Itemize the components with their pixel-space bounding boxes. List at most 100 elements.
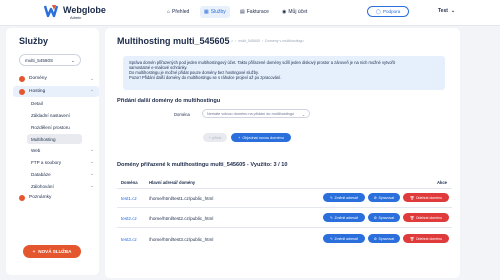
- manage-button[interactable]: ⚙ Spravovat: [368, 234, 400, 243]
- chevron-up-icon: ⌃: [90, 88, 94, 94]
- chevron-down-icon: ⌄: [90, 147, 94, 152]
- sidebar-sub-detail[interactable]: Detail: [27, 98, 82, 108]
- domain-field-label: Doména: [174, 112, 190, 117]
- user-name: Test: [438, 8, 448, 14]
- sidebar-sub-backup[interactable]: Zálohování ⌄: [27, 181, 99, 191]
- nav-billing[interactable]: ▤ Fakturace: [236, 6, 273, 18]
- sidebar-sub-ftp[interactable]: FTP a soubory ⌄: [27, 157, 99, 167]
- home-icon[interactable]: ⌂: [231, 39, 233, 43]
- new-service-button[interactable]: + NOVÁ SLUŽBA: [23, 245, 81, 258]
- table-row-domain[interactable]: test1.cz: [121, 196, 137, 201]
- grid-icon: ▦: [204, 9, 209, 15]
- breadcrumb-item[interactable]: multi_545605: [238, 39, 260, 43]
- brand-subtitle: Admin: [70, 15, 82, 20]
- action-label: Spravovat: [378, 195, 395, 200]
- support-button[interactable]: ◯ Podpora: [367, 6, 409, 17]
- nav-overview[interactable]: ⌂ Přehled: [163, 6, 193, 18]
- nav-label: Fakturace: [246, 9, 269, 15]
- column-header-domain: Doména: [121, 180, 138, 185]
- manage-icon: ⚙: [373, 215, 377, 220]
- support-icon: ◯: [375, 8, 381, 14]
- brand-name[interactable]: Webglobe: [63, 5, 106, 15]
- webglobe-logo-icon[interactable]: [44, 4, 60, 18]
- manage-button[interactable]: ⚙ Spravovat: [368, 213, 400, 222]
- sidebar-sub-databases[interactable]: Databáze ⌄: [27, 169, 99, 179]
- table-row-domain[interactable]: test2.cz: [121, 216, 137, 221]
- column-header-actions: Akce: [437, 180, 448, 185]
- add-domain-button[interactable]: + přidat: [203, 133, 227, 142]
- table-row-path: /home/html/test3.cz/public_html: [149, 237, 214, 242]
- breadcrumb-separator: ›: [235, 39, 237, 43]
- remove-domain-button[interactable]: 🗑 Odebrat doménu: [403, 193, 449, 202]
- sidebar-sub-label: Zálohování: [31, 183, 54, 189]
- page-title: Multihosting multi_545605: [117, 36, 230, 46]
- edit-icon: ✎: [330, 215, 333, 220]
- trash-icon: 🗑: [409, 236, 415, 241]
- invoice-icon: ▤: [240, 9, 245, 15]
- domain-select[interactable]: Nemáte volnou doménu na přidání do multi…: [202, 109, 310, 118]
- main-panel: Multihosting multi_545605 ⌂ › multi_5456…: [105, 28, 460, 278]
- trash-icon: 🗑: [409, 195, 415, 200]
- order-domain-button[interactable]: + Objednat novou doménu: [231, 133, 291, 142]
- action-label: Změnit adresář: [334, 195, 358, 200]
- home-icon: ⌂: [167, 9, 171, 15]
- table-row-path: /home/html/test1.cz/public_html: [149, 196, 214, 201]
- remove-domain-button[interactable]: 🗑 Odebrat doménu: [403, 234, 449, 243]
- sidebar-sub-basic-settings[interactable]: Základní nastavení: [27, 110, 82, 120]
- sidebar-item-notes[interactable]: Poznámky: [13, 192, 99, 203]
- manage-icon: ⚙: [373, 195, 377, 200]
- divider: [117, 188, 452, 189]
- sidebar-item-domains[interactable]: Domény ⌄: [13, 73, 99, 84]
- sidebar-item-label: Domény: [29, 76, 47, 81]
- table-row-domain[interactable]: test3.cz: [121, 237, 137, 242]
- action-label: Spravovat: [378, 215, 395, 220]
- user-icon: ◉: [282, 9, 287, 15]
- nav-services[interactable]: ▦ Služby: [200, 6, 230, 18]
- column-header-path: Hlavní adresář domény: [149, 180, 196, 185]
- sidebar-sub-label: Databáze: [31, 171, 51, 177]
- manage-icon: ⚙: [373, 236, 377, 241]
- divider: [117, 227, 452, 228]
- chevron-down-icon: ⌄: [90, 159, 94, 164]
- sidebar: Služby multi_54560S ⌄ Domény ⌄ Hosting ⌃…: [6, 28, 99, 275]
- domains-icon: [19, 75, 25, 82]
- table-row-path: /home/html/test2.cz/public_html: [149, 216, 214, 221]
- nav-account[interactable]: ◉ Můj účet: [278, 6, 311, 18]
- service-select-value: multi_54560S: [25, 58, 54, 63]
- sidebar-sub-web[interactable]: Web ⌄: [27, 145, 99, 155]
- remove-domain-button[interactable]: 🗑 Odebrat doménu: [403, 213, 449, 222]
- breadcrumb-current: Domény v multihostingu: [265, 39, 304, 43]
- sidebar-title: Služby: [19, 36, 49, 46]
- service-select[interactable]: multi_54560S ⌄: [19, 54, 81, 66]
- action-label: Spravovat: [378, 236, 395, 241]
- user-menu[interactable]: Test ⌄: [438, 8, 455, 14]
- manage-button[interactable]: ⚙ Spravovat: [368, 193, 400, 202]
- trash-icon: 🗑: [409, 215, 415, 220]
- chevron-down-icon: ⌄: [90, 183, 94, 188]
- edit-icon: ✎: [330, 195, 333, 200]
- breadcrumb-separator: ›: [261, 39, 264, 43]
- info-line: Pozor! Přidání další domény do multihost…: [129, 75, 282, 80]
- sidebar-sub-space[interactable]: Rozdělení prostoru: [27, 122, 82, 132]
- change-directory-button[interactable]: ✎ Změnit adresář: [323, 193, 365, 202]
- new-service-label: NOVÁ SLUŽBA: [38, 249, 72, 254]
- chevron-down-icon: ⌄: [301, 113, 305, 117]
- action-label: Odebrat doménu: [415, 215, 443, 220]
- sidebar-sub-multihosting[interactable]: Multihosting: [27, 134, 82, 144]
- change-directory-button[interactable]: ✎ Změnit adresář: [323, 234, 365, 243]
- notes-icon: [19, 194, 25, 201]
- add-domain-heading: Přidání další domény do multihostingu: [117, 98, 221, 104]
- sidebar-item-label: Poznámky: [29, 195, 52, 200]
- info-box: Správa domén přiřazených pod jeden multi…: [123, 56, 445, 90]
- nav-label: Služby: [210, 9, 226, 15]
- sidebar-item-hosting[interactable]: Hosting ⌃: [13, 86, 99, 97]
- divider: [117, 207, 452, 208]
- change-directory-button[interactable]: ✎ Změnit adresář: [323, 213, 365, 222]
- order-domain-label: Objednat novou doménu: [242, 135, 284, 140]
- top-bar: Webglobe Admin ⌂ Přehled ▦ Služby ▤ Fakt…: [0, 0, 500, 26]
- support-label: Podpora: [382, 9, 401, 14]
- sidebar-item-label: Hosting: [29, 89, 46, 94]
- breadcrumb: ⌂ › multi_545605 › Domény v multihosting…: [231, 39, 304, 43]
- plus-icon: +: [238, 135, 241, 140]
- action-label: Odebrat doménu: [415, 195, 443, 200]
